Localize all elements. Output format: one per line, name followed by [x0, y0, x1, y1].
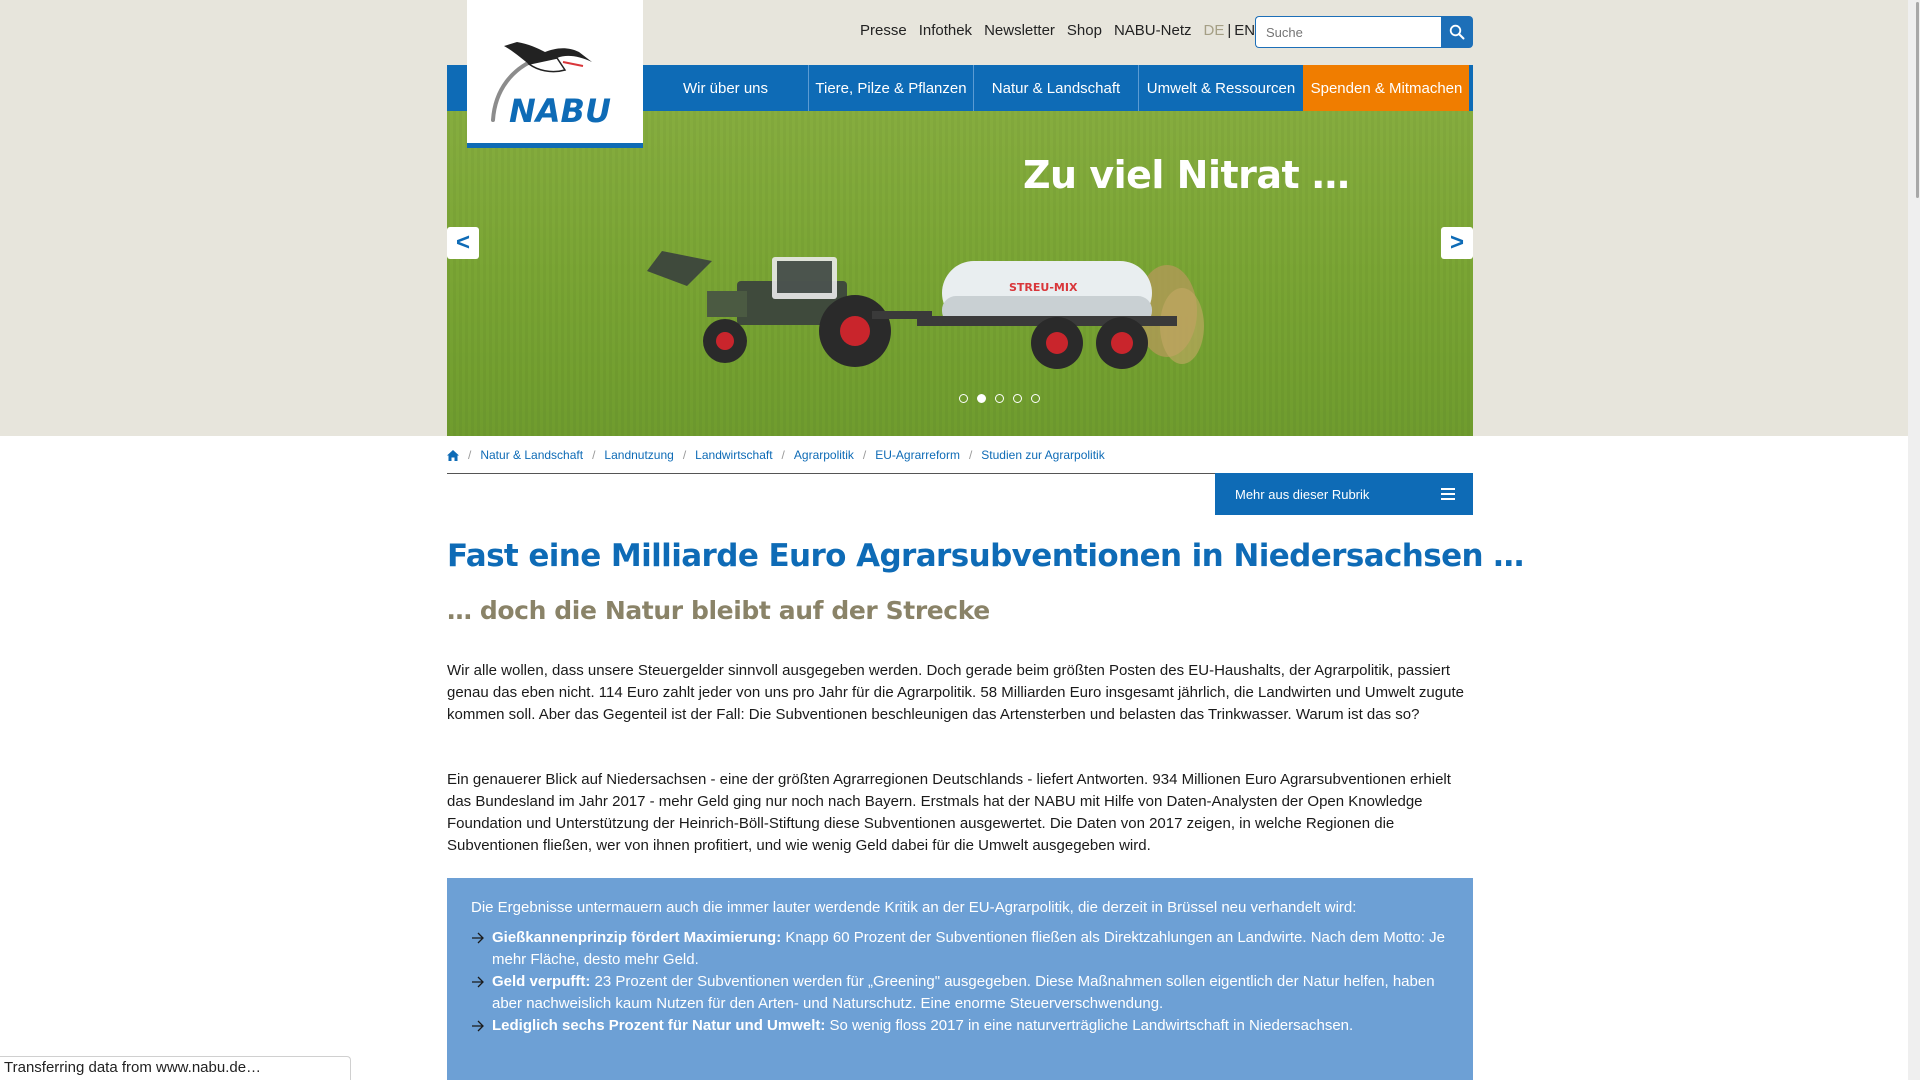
browser-status-bar: Transferring data from www.nabu.de…: [0, 1056, 351, 1080]
hero-slider: STREU-MIX Zu viel Nitrat … < >: [447, 111, 1473, 436]
info-bullet: Geld verpufft: 23 Prozent der Subvention…: [471, 971, 1449, 1015]
arrow-right-icon: [472, 1020, 484, 1032]
info-box: Die Ergebnisse untermauern auch die imme…: [447, 878, 1473, 1080]
search-input[interactable]: [1255, 16, 1441, 48]
slider-dot[interactable]: [1013, 394, 1022, 403]
breadcrumb-separator: /: [468, 448, 472, 462]
breadcrumb-separator: /: [968, 448, 973, 462]
article-paragraph: Ein genauerer Blick auf Niedersachsen - …: [447, 771, 1451, 854]
slider-dot[interactable]: [995, 394, 1004, 403]
breadcrumb: / Natur & Landschaft / Landnutzung / Lan…: [447, 448, 1105, 462]
arrow-right-icon: [472, 976, 484, 988]
nav-item-wir-ueber-uns[interactable]: Wir über uns: [643, 65, 808, 111]
language-switch: DE | EN: [1203, 22, 1255, 39]
breadcrumb-item[interactable]: Landnutzung: [604, 448, 673, 462]
home-icon[interactable]: [447, 449, 459, 461]
lang-en[interactable]: EN: [1234, 22, 1255, 39]
slider-dot-active[interactable]: [977, 394, 986, 403]
utility-link-shop[interactable]: Shop: [1067, 22, 1102, 39]
page-title: Fast eine Milliarde Euro Agrarsubvention…: [447, 538, 1524, 574]
stork-icon: NABU: [491, 42, 611, 130]
search-icon: [1449, 24, 1465, 40]
info-bullet-text: 23 Prozent der Subventionen werden für „…: [492, 973, 1435, 1012]
slider-prev-button[interactable]: <: [447, 227, 479, 259]
info-box-intro: Die Ergebnisse untermauern auch die imme…: [471, 899, 1357, 916]
utility-link-nabu-netz[interactable]: NABU-Netz: [1114, 22, 1192, 39]
nav-item-spenden-mitmachen[interactable]: Spenden & Mitmachen: [1303, 65, 1469, 111]
utility-nav: Presse Infothek Newsletter Shop NABU-Net…: [860, 22, 1255, 39]
search-box: [1255, 16, 1473, 48]
nav-item-umwelt-ressourcen[interactable]: Umwelt & Ressourcen: [1138, 65, 1303, 111]
slider-dot[interactable]: [1031, 394, 1040, 403]
info-bullet-heading: Lediglich sechs Prozent für Natur und Um…: [492, 1017, 826, 1034]
breadcrumb-separator: /: [862, 448, 867, 462]
info-bullet-text: So wenig floss 2017 in eine naturverträg…: [825, 1017, 1354, 1034]
nabu-logo[interactable]: NABU: [467, 0, 643, 148]
rubrik-menu-button[interactable]: Mehr aus dieser Rubrik: [1215, 473, 1473, 515]
page-subtitle: … doch die Natur bleibt auf der Strecke: [447, 596, 990, 625]
slider-dots: [959, 394, 1040, 403]
breadcrumb-separator: /: [781, 448, 785, 462]
arrow-right-icon: [472, 932, 484, 944]
breadcrumb-item[interactable]: Agrarpolitik: [794, 448, 854, 462]
utility-link-newsletter[interactable]: Newsletter: [984, 22, 1055, 39]
hero-title: Zu viel Nitrat …: [1023, 153, 1350, 197]
breadcrumb-item[interactable]: Natur & Landschaft: [480, 448, 583, 462]
info-bullet-heading: Geld verpufft:: [492, 973, 591, 990]
breadcrumb-item[interactable]: Landwirtschaft: [695, 448, 772, 462]
slider-dot[interactable]: [959, 394, 968, 403]
nav-item-natur-landschaft[interactable]: Natur & Landschaft: [973, 65, 1138, 111]
breadcrumb-separator: /: [682, 448, 687, 462]
utility-link-infothek[interactable]: Infothek: [919, 22, 972, 39]
breadcrumb-separator: /: [592, 448, 596, 462]
logo-text: NABU: [509, 92, 611, 130]
breadcrumb-item[interactable]: Studien zur Agrarpolitik: [981, 448, 1104, 462]
lang-de[interactable]: DE: [1203, 22, 1224, 39]
scrollbar-thumb[interactable]: [1916, 2, 1919, 198]
info-bullet: Gießkannenprinzip fördert Maximierung: K…: [471, 927, 1449, 971]
lang-separator: |: [1227, 22, 1232, 39]
search-button[interactable]: [1441, 16, 1473, 48]
nav-item-tiere-pilze-pflanzen[interactable]: Tiere, Pilze & Pflanzen: [808, 65, 973, 111]
info-bullet: Lediglich sechs Prozent für Natur und Um…: [471, 1015, 1449, 1037]
breadcrumb-divider: [447, 473, 1215, 474]
breadcrumb-item[interactable]: EU-Agrarreform: [875, 448, 960, 462]
utility-link-presse[interactable]: Presse: [860, 22, 907, 39]
tank-label: STREU-MIX: [1009, 281, 1078, 294]
article-paragraph: Wir alle wollen, dass unsere Steuergelde…: [447, 662, 1464, 723]
menu-icon: [1441, 488, 1455, 500]
slider-next-button[interactable]: >: [1441, 227, 1473, 259]
info-bullet-heading: Gießkannenprinzip fördert Maximierung:: [492, 929, 782, 946]
rubrik-label: Mehr aus dieser Rubrik: [1235, 486, 1370, 502]
